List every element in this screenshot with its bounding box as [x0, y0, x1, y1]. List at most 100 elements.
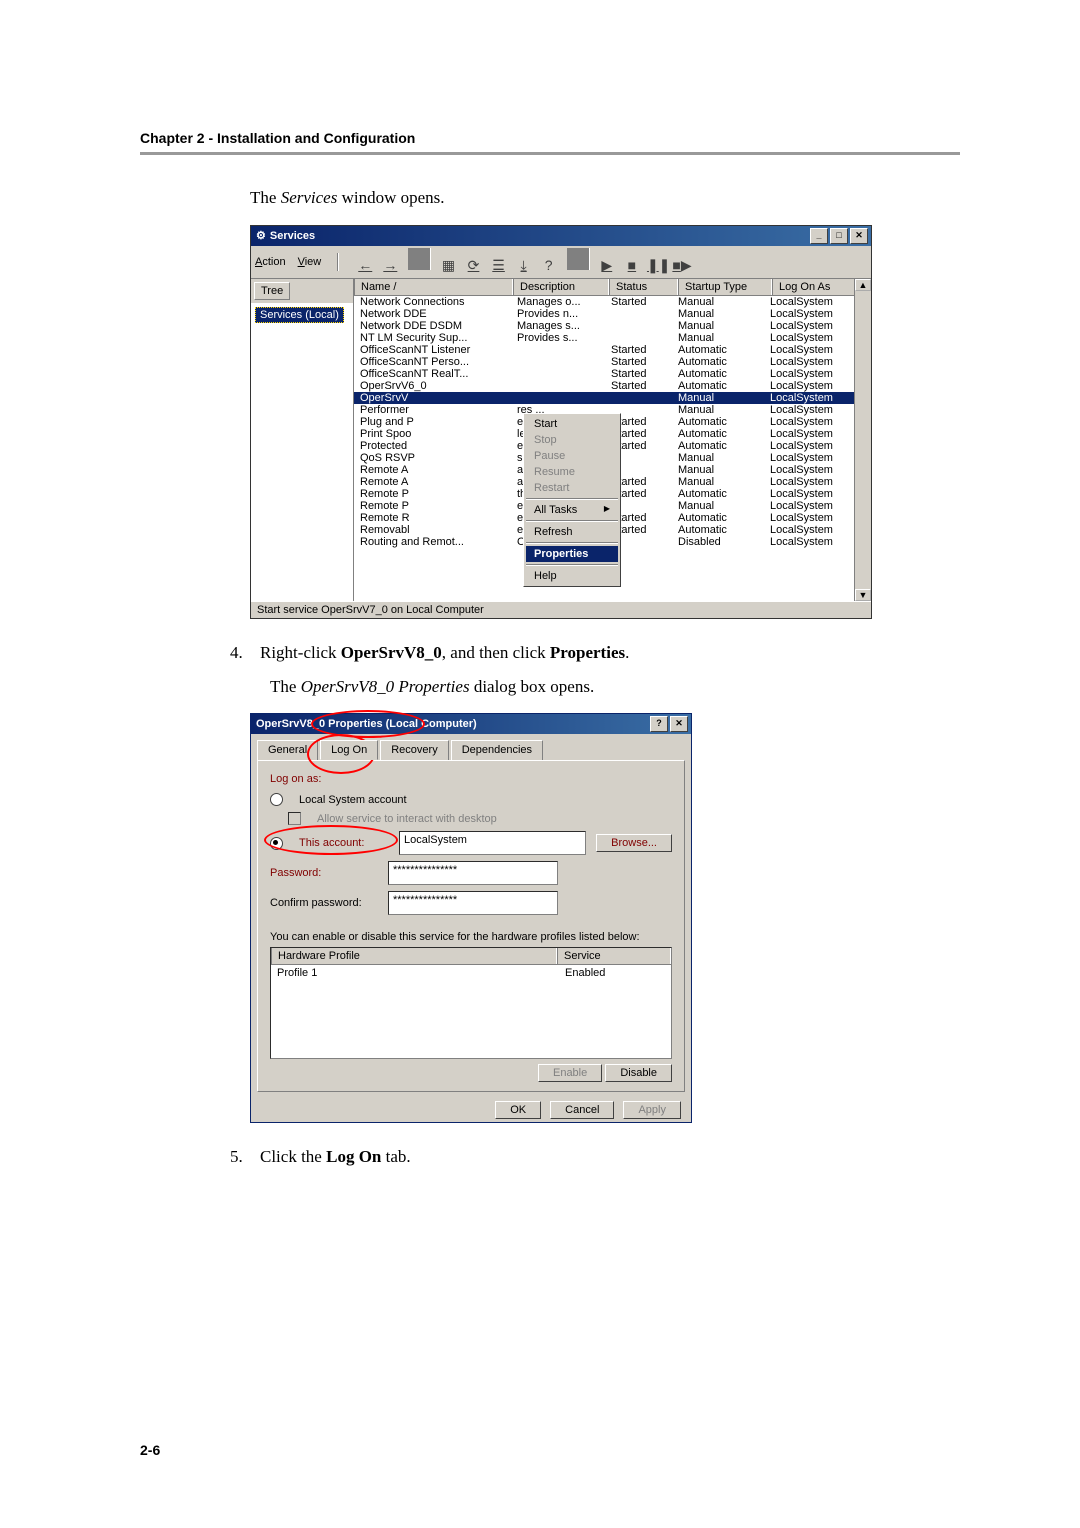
menu-action[interactable]: Action: [255, 256, 286, 268]
minimize-button[interactable]: _: [810, 228, 828, 244]
stop-icon[interactable]: ■: [621, 254, 643, 276]
cell-name: OfficeScanNT Perso...: [354, 356, 511, 368]
cell-log-on-as: LocalSystem: [764, 392, 861, 404]
cell-status: [605, 332, 672, 344]
toolbar-icon[interactable]: ⟳: [463, 254, 485, 276]
pause-icon[interactable]: ❚❚: [646, 254, 668, 276]
scroll-down-icon[interactable]: ▼: [855, 589, 871, 601]
tree-tab[interactable]: Tree: [254, 282, 290, 300]
toolbar-icon[interactable]: ▦: [437, 254, 459, 276]
step4-sub: The OperSrvV8_0 Properties dialog box op…: [270, 674, 960, 700]
help-button[interactable]: ?: [650, 716, 668, 732]
cell-startup-type: Manual: [672, 500, 764, 512]
table-row[interactable]: Network ConnectionsManages o...StartedMa…: [354, 296, 871, 308]
checkbox-allow-interact: [288, 812, 301, 825]
browse-button[interactable]: Browse...: [596, 834, 672, 852]
cell-description: [511, 356, 605, 368]
text-italic: OperSrvV8_0 Properties: [301, 677, 470, 696]
table-row[interactable]: OfficeScanNT Perso...StartedAutomaticLoc…: [354, 356, 871, 368]
tab-recovery[interactable]: Recovery: [380, 740, 448, 760]
cell-name: Plug and P: [354, 416, 511, 428]
radio-local-system[interactable]: [270, 793, 283, 806]
scroll-up-icon[interactable]: ▲: [855, 279, 871, 291]
table-row[interactable]: OperSrvV6_0StartedAutomaticLocalSystem: [354, 380, 871, 392]
hw-profile-state: Enabled: [565, 967, 665, 979]
help-icon[interactable]: ?: [538, 254, 560, 276]
cell-name: Network Connections: [354, 296, 511, 308]
col-status[interactable]: Status: [609, 279, 678, 295]
ctx-all-tasks[interactable]: All Tasks: [526, 502, 618, 518]
table-row[interactable]: NT LM Security Sup...Provides s...Manual…: [354, 332, 871, 344]
text: dialog box opens.: [470, 677, 595, 696]
ok-button[interactable]: OK: [495, 1101, 541, 1119]
hw-profile-list: Hardware Profile Service Profile 1 Enabl…: [270, 947, 672, 1059]
tree-panel: Tree Services (Local): [251, 279, 354, 601]
back-icon[interactable]: ←: [354, 254, 376, 276]
text: tab.: [381, 1147, 410, 1166]
ctx-properties[interactable]: Properties: [526, 546, 618, 562]
cell-log-on-as: LocalSystem: [764, 452, 861, 464]
close-button[interactable]: ✕: [850, 228, 868, 244]
properties-icon[interactable]: ☰: [488, 254, 510, 276]
ctx-start[interactable]: Start: [526, 416, 618, 432]
cell-startup-type: Automatic: [672, 428, 764, 440]
enable-button: Enable: [538, 1064, 602, 1082]
account-input[interactable]: LocalSystem: [399, 831, 586, 855]
radio-this-account[interactable]: [270, 837, 283, 850]
hw-col-profile[interactable]: Hardware Profile: [271, 948, 557, 964]
col-description[interactable]: Description: [513, 279, 609, 295]
col-startup-type[interactable]: Startup Type: [678, 279, 772, 295]
restart-icon[interactable]: ■▶: [671, 254, 693, 276]
export-icon[interactable]: ⤓: [513, 254, 535, 276]
cell-log-on-as: LocalSystem: [764, 296, 861, 308]
apply-button: Apply: [623, 1101, 681, 1119]
cell-name: NT LM Security Sup...: [354, 332, 511, 344]
cell-startup-type: Manual: [672, 296, 764, 308]
cell-name: Routing and Remot...: [354, 536, 511, 548]
cell-startup-type: Manual: [672, 404, 764, 416]
dialog-titlebar: OperSrvV8_0 Properties (Local Computer) …: [251, 714, 691, 734]
ctx-help[interactable]: Help: [526, 568, 618, 584]
confirm-password-input[interactable]: ***************: [388, 891, 558, 915]
tree-item-services-local[interactable]: Services (Local): [255, 307, 344, 323]
text-italic: Services: [281, 188, 338, 207]
confirm-password-label: Confirm password:: [270, 897, 378, 909]
cell-log-on-as: LocalSystem: [764, 512, 861, 524]
table-row[interactable]: OperSrvVManualLocalSystem: [354, 392, 871, 404]
table-row[interactable]: Network DDE DSDMManages s...ManualLocalS…: [354, 320, 871, 332]
tab-general[interactable]: General: [257, 740, 318, 760]
cancel-button[interactable]: Cancel: [550, 1101, 614, 1119]
password-input[interactable]: ***************: [388, 861, 558, 885]
cell-log-on-as: LocalSystem: [764, 464, 861, 476]
table-row[interactable]: Network DDEProvides n...ManualLocalSyste…: [354, 308, 871, 320]
maximize-button[interactable]: □: [830, 228, 848, 244]
cell-startup-type: Manual: [672, 476, 764, 488]
disable-button[interactable]: Disable: [605, 1064, 672, 1082]
scrollbar[interactable]: ▲ ▼: [854, 279, 871, 601]
divider: [140, 152, 960, 155]
statusbar: Start service OperSrvV7_0 on Local Compu…: [251, 601, 871, 618]
hw-col-service[interactable]: Service: [557, 948, 671, 964]
cell-name: Remote R: [354, 512, 511, 524]
hw-row[interactable]: Profile 1 Enabled: [271, 965, 671, 981]
divider-icon: [408, 248, 430, 270]
col-name[interactable]: Name /: [354, 279, 513, 295]
cell-status: Started: [605, 344, 672, 356]
titlebar: ⚙ Services _ □ ✕: [251, 226, 871, 246]
ctx-refresh[interactable]: Refresh: [526, 524, 618, 540]
close-button[interactable]: ✕: [670, 716, 688, 732]
cell-name: Network DDE DSDM: [354, 320, 511, 332]
text: window opens.: [337, 188, 444, 207]
cell-log-on-as: LocalSystem: [764, 500, 861, 512]
play-icon[interactable]: ▶: [596, 254, 618, 276]
table-row[interactable]: OfficeScanNT RealT...StartedAutomaticLoc…: [354, 368, 871, 380]
table-row[interactable]: OfficeScanNT ListenerStartedAutomaticLoc…: [354, 344, 871, 356]
forward-icon[interactable]: →: [379, 254, 401, 276]
cell-name: Remote A: [354, 476, 511, 488]
text: The: [270, 677, 301, 696]
cell-startup-type: Automatic: [672, 416, 764, 428]
cell-startup-type: Manual: [672, 392, 764, 404]
menu-view[interactable]: View: [298, 256, 322, 268]
tab-dependencies[interactable]: Dependencies: [451, 740, 543, 760]
tab-log-on[interactable]: Log On: [320, 740, 378, 760]
